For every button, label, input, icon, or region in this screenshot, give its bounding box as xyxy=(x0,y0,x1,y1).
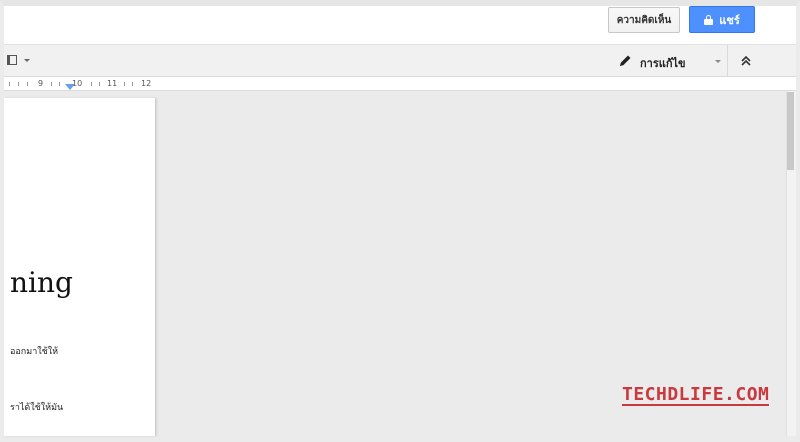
ruler-tick xyxy=(59,82,60,86)
comments-button[interactable]: ความคิดเห็น xyxy=(608,7,680,33)
collapse-toolbar-button[interactable] xyxy=(732,45,760,77)
share-button[interactable]: แชร์ xyxy=(689,6,755,33)
lock-icon xyxy=(704,14,714,25)
editing-mode-dropdown[interactable]: การแก้ไข xyxy=(610,45,726,77)
toolbar-divider xyxy=(727,45,728,77)
ruler-mark: 11 xyxy=(107,79,118,88)
pencil-icon xyxy=(620,55,631,66)
watermark: TECHDLIFE.COM xyxy=(622,384,770,406)
ruler-tick xyxy=(51,82,52,86)
toolbar-more-caret-icon[interactable] xyxy=(24,59,30,62)
ruler-tick xyxy=(9,82,10,86)
double-chevron-up-icon xyxy=(741,55,751,66)
ruler-tick xyxy=(91,82,92,86)
ruler-tick xyxy=(27,82,28,86)
toolbar-more-icon[interactable] xyxy=(7,55,17,65)
share-label: แชร์ xyxy=(719,14,740,27)
ruler-tick xyxy=(124,82,125,86)
toolbar: การแก้ไข xyxy=(4,44,796,77)
editing-mode-label: การแก้ไข xyxy=(640,57,686,70)
ruler-tick xyxy=(99,82,100,86)
document-text-line[interactable]: ราได้ใช้ให้มัน xyxy=(10,400,63,414)
ruler-mark: 9 xyxy=(38,79,44,88)
indent-marker-icon[interactable] xyxy=(65,84,75,90)
chevron-down-icon xyxy=(715,60,721,63)
scrollbar-thumb[interactable] xyxy=(787,92,794,170)
document-heading[interactable]: ning xyxy=(10,266,73,299)
ruler-tick xyxy=(132,82,133,86)
document-text-line[interactable]: ออกมาใช้ให้ xyxy=(10,344,58,358)
ruler-mark: 12 xyxy=(141,79,152,88)
ruler-tick xyxy=(18,82,19,86)
ruler[interactable]: 9 10 11 12 xyxy=(4,77,796,91)
